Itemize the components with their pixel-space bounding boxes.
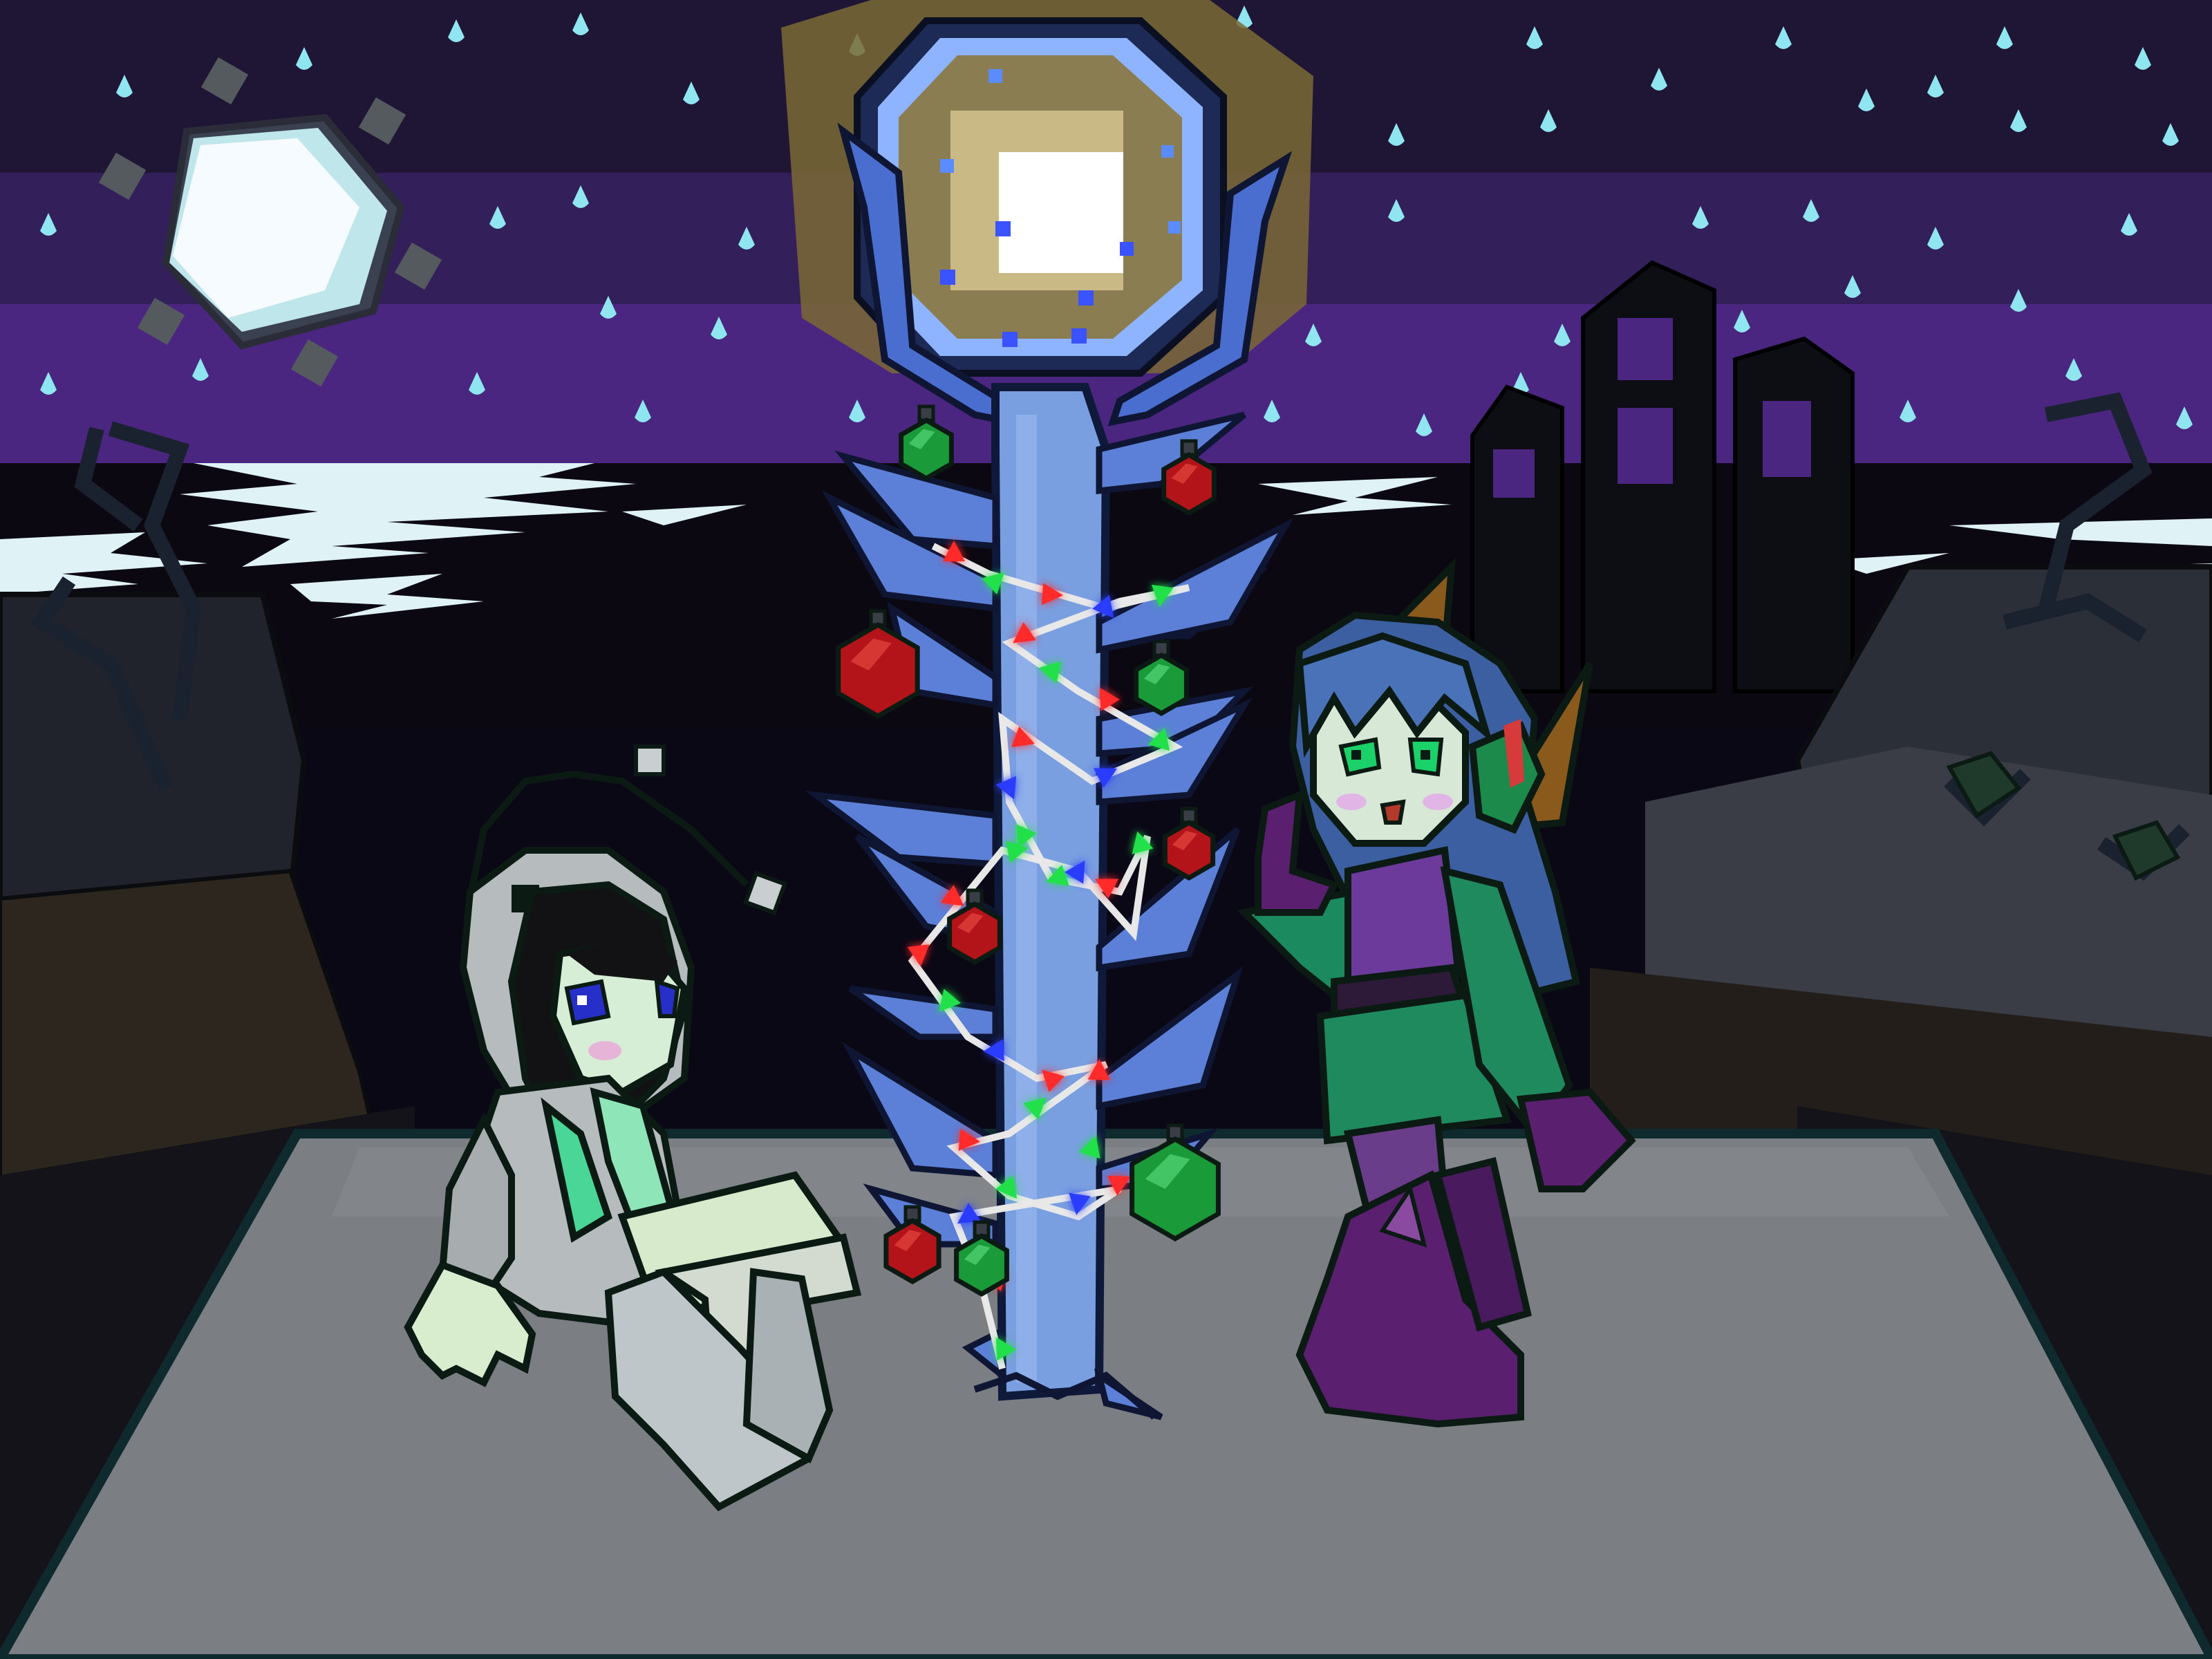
lamp-core bbox=[999, 152, 1123, 273]
ornament-icon bbox=[1162, 807, 1216, 881]
light-bulb-icon bbox=[983, 1039, 1004, 1062]
night-scene-illustration bbox=[0, 0, 2212, 1659]
